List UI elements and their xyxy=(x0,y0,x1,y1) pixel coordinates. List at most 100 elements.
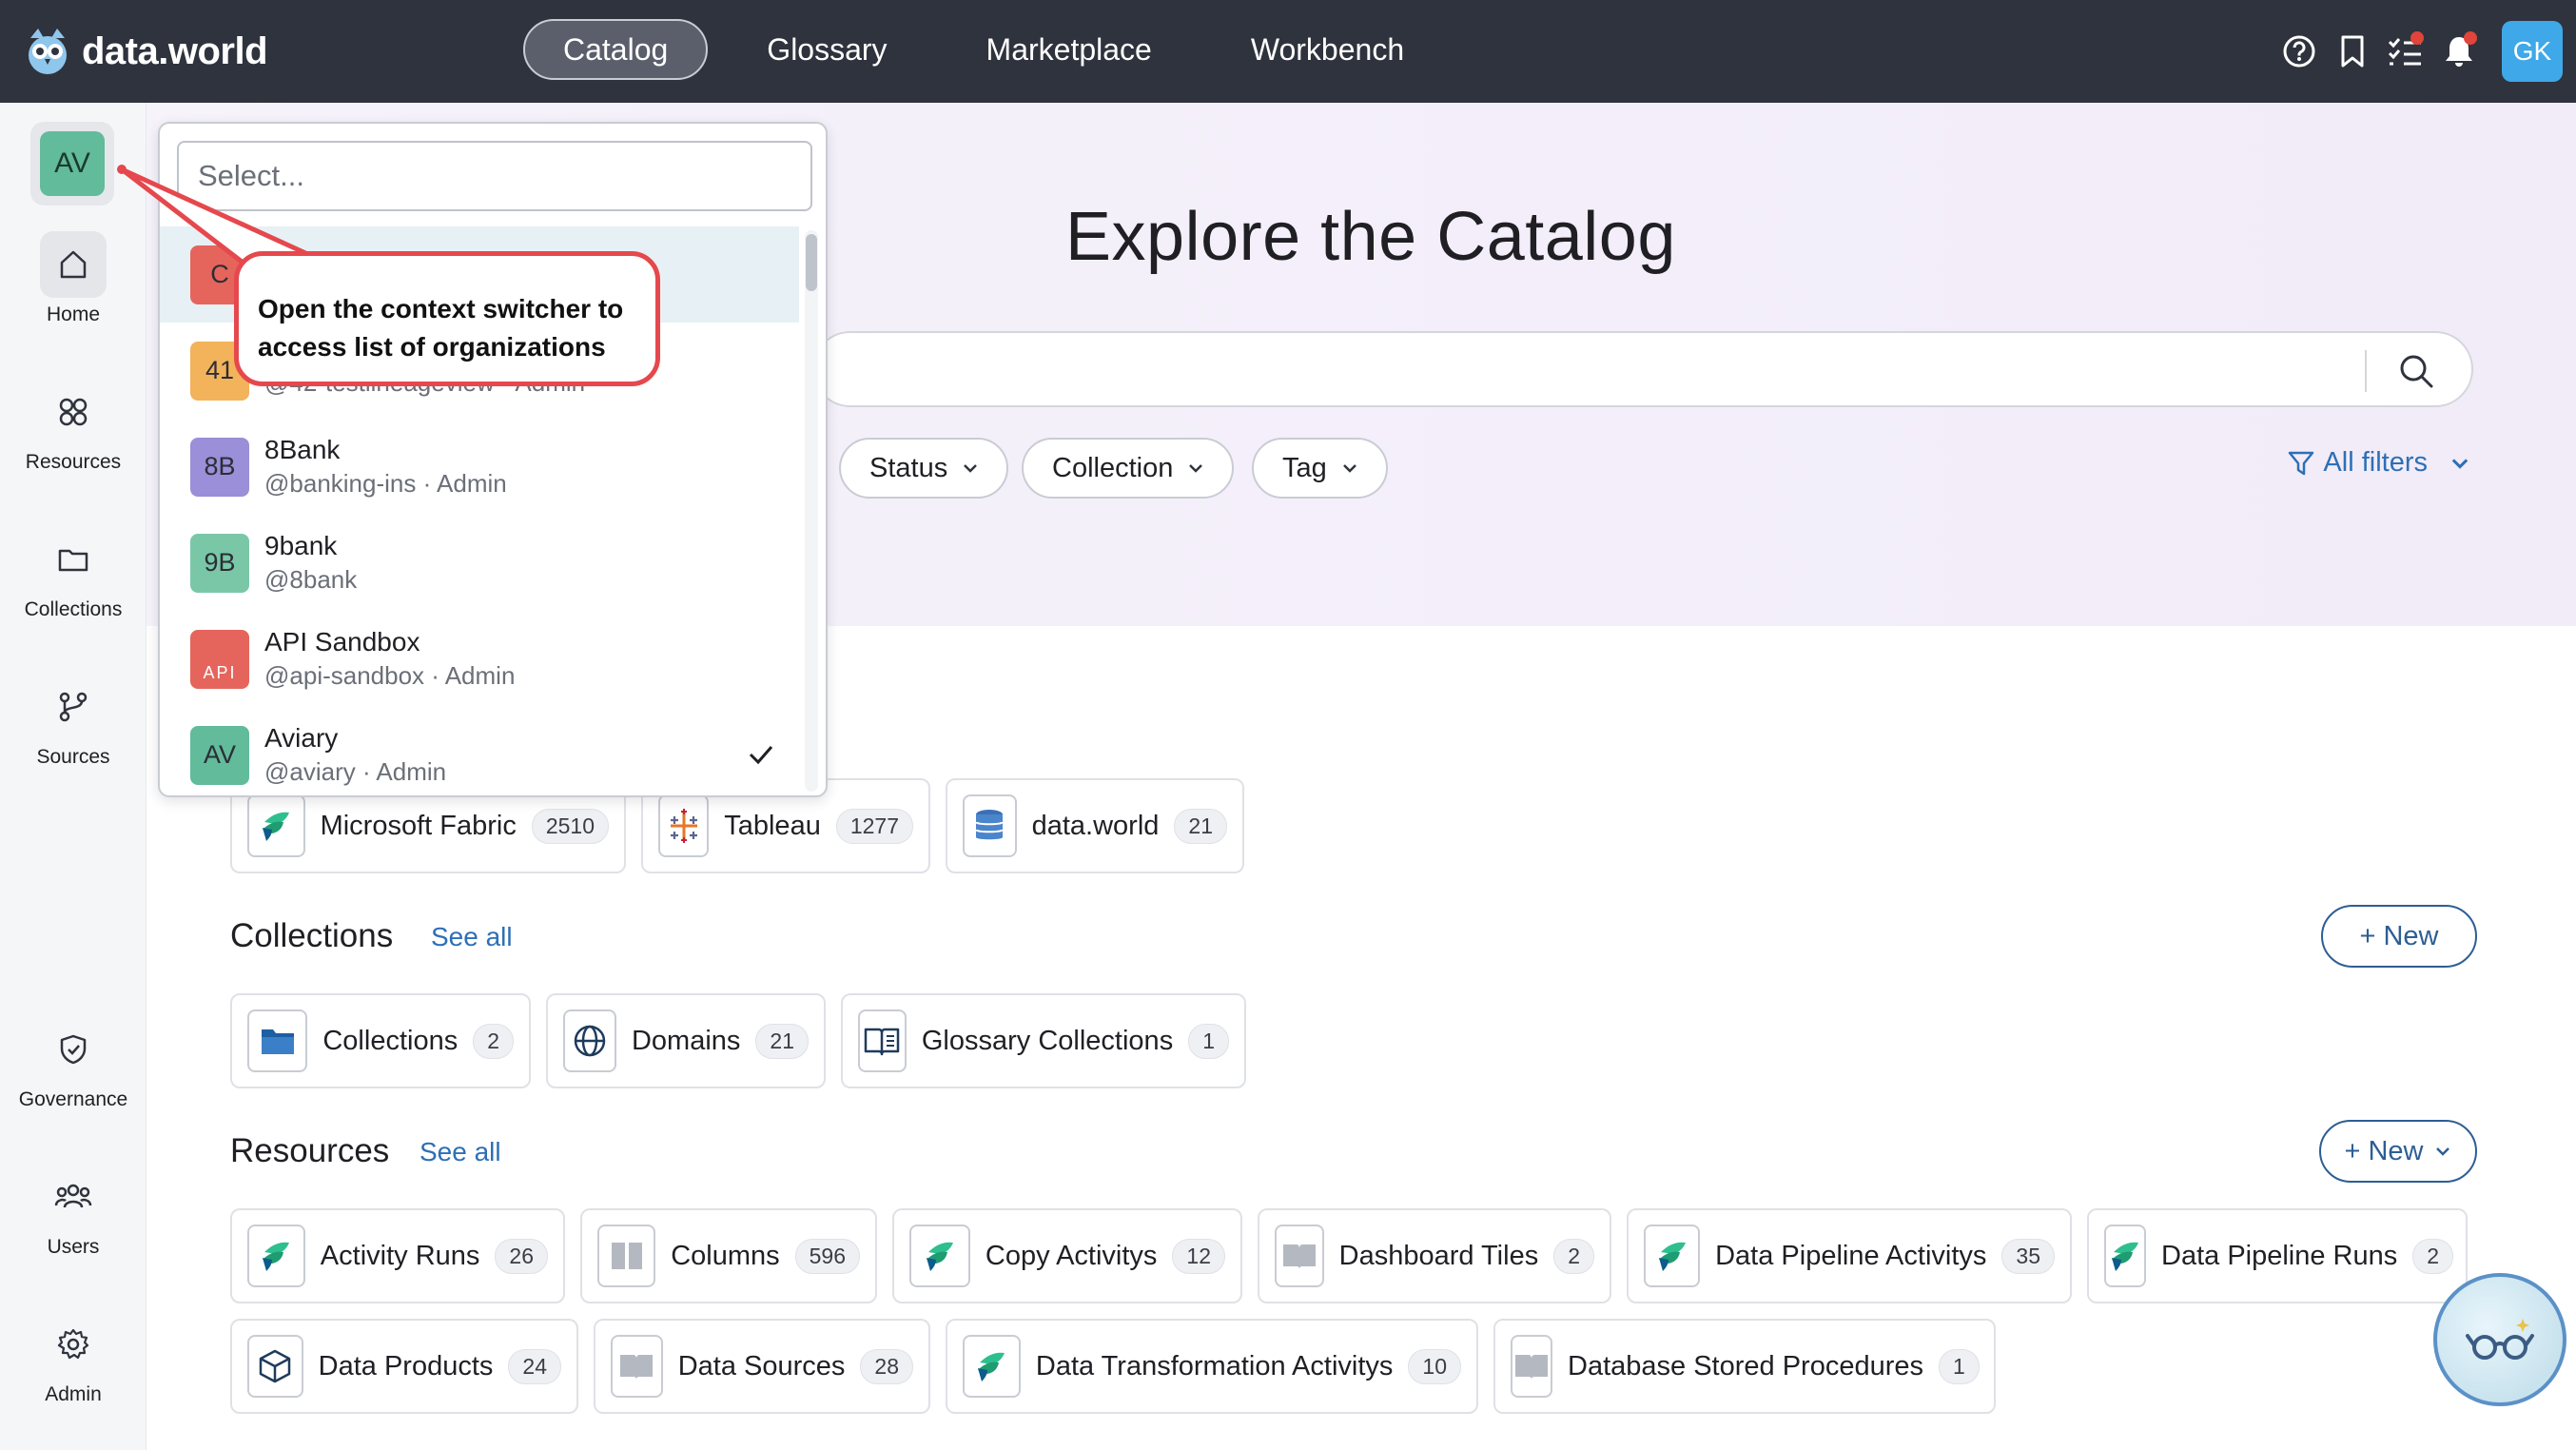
sidebar-item-collections[interactable]: Collections xyxy=(0,526,146,621)
collections-see-all-link[interactable]: See all xyxy=(431,922,513,952)
card-name: Microsoft Fabric xyxy=(320,810,517,841)
page-title: Explore the Catalog xyxy=(1065,199,1676,275)
card-count: 21 xyxy=(755,1023,809,1059)
collection-card[interactable]: Glossary Collections 1 xyxy=(841,993,1246,1088)
book-icon xyxy=(858,1009,907,1072)
glasses-icon xyxy=(2466,1319,2534,1360)
resource-card[interactable]: Copy Activitys 12 xyxy=(892,1208,1242,1303)
card-name: Columns xyxy=(671,1240,780,1271)
resource-card[interactable]: Data Products 24 xyxy=(230,1319,578,1414)
tag-filter[interactable]: Tag xyxy=(1252,438,1388,499)
fabric-icon xyxy=(247,794,305,857)
org-name: 8Bank xyxy=(264,435,341,464)
filter-label: Status xyxy=(869,452,948,483)
sidebar-item-governance[interactable]: Governance xyxy=(0,1016,146,1111)
status-filter[interactable]: Status xyxy=(839,438,1009,499)
card-name: Domains xyxy=(631,1025,741,1056)
chevron-down-icon xyxy=(2435,1147,2449,1156)
sidebar-item-users[interactable]: Users xyxy=(0,1164,146,1259)
organization-item[interactable]: 9B 9bank @8bank xyxy=(160,515,799,611)
cube-icon xyxy=(247,1335,303,1398)
organization-item[interactable]: 8B 8Bank @banking-ins · Admin xyxy=(160,419,799,515)
chevron-down-icon xyxy=(964,464,978,473)
card-count: 2 xyxy=(1553,1238,1594,1274)
card-count: 28 xyxy=(860,1348,913,1384)
folder-icon xyxy=(40,526,107,593)
resource-card[interactable]: Columns 596 xyxy=(580,1208,877,1303)
nav-marketplace[interactable]: Marketplace xyxy=(946,19,1192,80)
card-name: Activity Runs xyxy=(320,1240,480,1271)
source-card-data-world[interactable]: data.world 21 xyxy=(946,778,1244,873)
all-filters-button[interactable]: All filters xyxy=(2287,447,2471,479)
organization-item-selected[interactable]: AV Aviary @aviary · Admin xyxy=(160,707,799,795)
help-icon[interactable] xyxy=(2274,26,2325,77)
columns-icon xyxy=(597,1225,656,1287)
card-name: Copy Activitys xyxy=(985,1240,1158,1271)
bookmark-icon[interactable] xyxy=(2327,26,2378,77)
notification-dot xyxy=(2464,31,2477,45)
user-avatar[interactable]: GK xyxy=(2502,21,2563,82)
collections-section-title: Collections xyxy=(230,917,394,954)
logo[interactable]: data.world xyxy=(27,23,268,80)
resource-card[interactable]: Dashboard Tiles 2 xyxy=(1258,1208,1611,1303)
card-count: 1 xyxy=(1188,1023,1229,1059)
sidebar-item-label: Sources xyxy=(36,746,110,768)
resources-icon xyxy=(40,379,107,445)
card-count: 26 xyxy=(495,1238,548,1274)
resource-card[interactable]: Data Pipeline Runs 2 xyxy=(2087,1208,2468,1303)
book-grey-icon xyxy=(611,1335,663,1398)
sidebar-item-label: Users xyxy=(47,1236,100,1258)
top-navigation-bar: data.world Catalog Glossary Marketplace … xyxy=(0,0,2576,103)
sidebar-item-label: Home xyxy=(46,304,101,325)
database-icon xyxy=(963,794,1017,857)
org-text: Aviary @aviary · Admin xyxy=(264,723,446,787)
card-count: 35 xyxy=(2001,1238,2055,1274)
card-name: data.world xyxy=(1031,810,1160,841)
resource-card[interactable]: Data Pipeline Activitys 35 xyxy=(1627,1208,2072,1303)
book-grey-icon xyxy=(1511,1335,1552,1398)
collection-filter[interactable]: Collection xyxy=(1022,438,1235,499)
collection-card[interactable]: Domains 21 xyxy=(546,993,826,1088)
scrollbar-thumb[interactable] xyxy=(806,234,817,291)
resources-new-button[interactable]: + New xyxy=(2319,1120,2477,1183)
tasks-icon[interactable] xyxy=(2380,26,2431,77)
nav-workbench[interactable]: Workbench xyxy=(1211,19,1444,80)
globe-icon xyxy=(563,1009,616,1072)
organization-item[interactable]: API API Sandbox @api-sandbox · Admin xyxy=(160,611,799,707)
resource-card[interactable]: Data Sources 28 xyxy=(594,1319,930,1414)
book-grey-icon xyxy=(1275,1225,1324,1287)
resource-card[interactable]: Database Stored Procedures 1 xyxy=(1493,1319,1996,1414)
search-icon[interactable] xyxy=(2395,350,2437,397)
org-text: 9bank @8bank xyxy=(264,531,357,595)
context-switcher-dropdown: Select... C 41 @42-testlineageview · Adm… xyxy=(158,122,828,797)
sidebar-item-admin[interactable]: Admin xyxy=(0,1311,146,1406)
sidebar-item-sources[interactable]: Sources xyxy=(0,674,146,769)
all-filters-label: All filters xyxy=(2323,447,2428,478)
assistant-button[interactable] xyxy=(2433,1273,2566,1406)
resource-card[interactable]: Data Transformation Activitys 10 xyxy=(946,1319,1478,1414)
bell-icon[interactable] xyxy=(2433,26,2485,77)
collection-card[interactable]: Collections 2 xyxy=(230,993,531,1088)
card-count: 24 xyxy=(508,1348,561,1384)
org-text: API Sandbox @api-sandbox · Admin xyxy=(264,627,515,691)
collections-new-button[interactable]: + New xyxy=(2321,905,2477,968)
resources-see-all-link[interactable]: See all xyxy=(420,1137,501,1167)
sidebar-item-home[interactable]: Home xyxy=(0,231,146,326)
nav-catalog[interactable]: Catalog xyxy=(523,19,709,80)
org-avatar: API xyxy=(190,629,249,689)
sidebar-item-resources[interactable]: Resources xyxy=(0,379,146,474)
card-count: 2 xyxy=(473,1023,514,1059)
card-name: Data Pipeline Activitys xyxy=(1715,1240,1987,1271)
card-name: Data Sources xyxy=(677,1350,846,1381)
card-name: Data Pipeline Runs xyxy=(2161,1240,2398,1271)
dropdown-scrollbar[interactable] xyxy=(805,230,818,792)
card-count: 1 xyxy=(1939,1348,1980,1384)
gear-icon xyxy=(40,1311,107,1378)
folder-icon xyxy=(247,1009,308,1072)
resource-card[interactable]: Activity Runs 26 xyxy=(230,1208,565,1303)
left-sidebar: AV Home Resources Collections Sources Go… xyxy=(0,103,146,1450)
nav-glossary[interactable]: Glossary xyxy=(727,19,927,80)
context-switcher-button[interactable]: AV xyxy=(30,122,114,206)
catalog-search-input[interactable] xyxy=(812,331,2473,407)
organization-select-input[interactable]: Select... xyxy=(177,141,812,211)
